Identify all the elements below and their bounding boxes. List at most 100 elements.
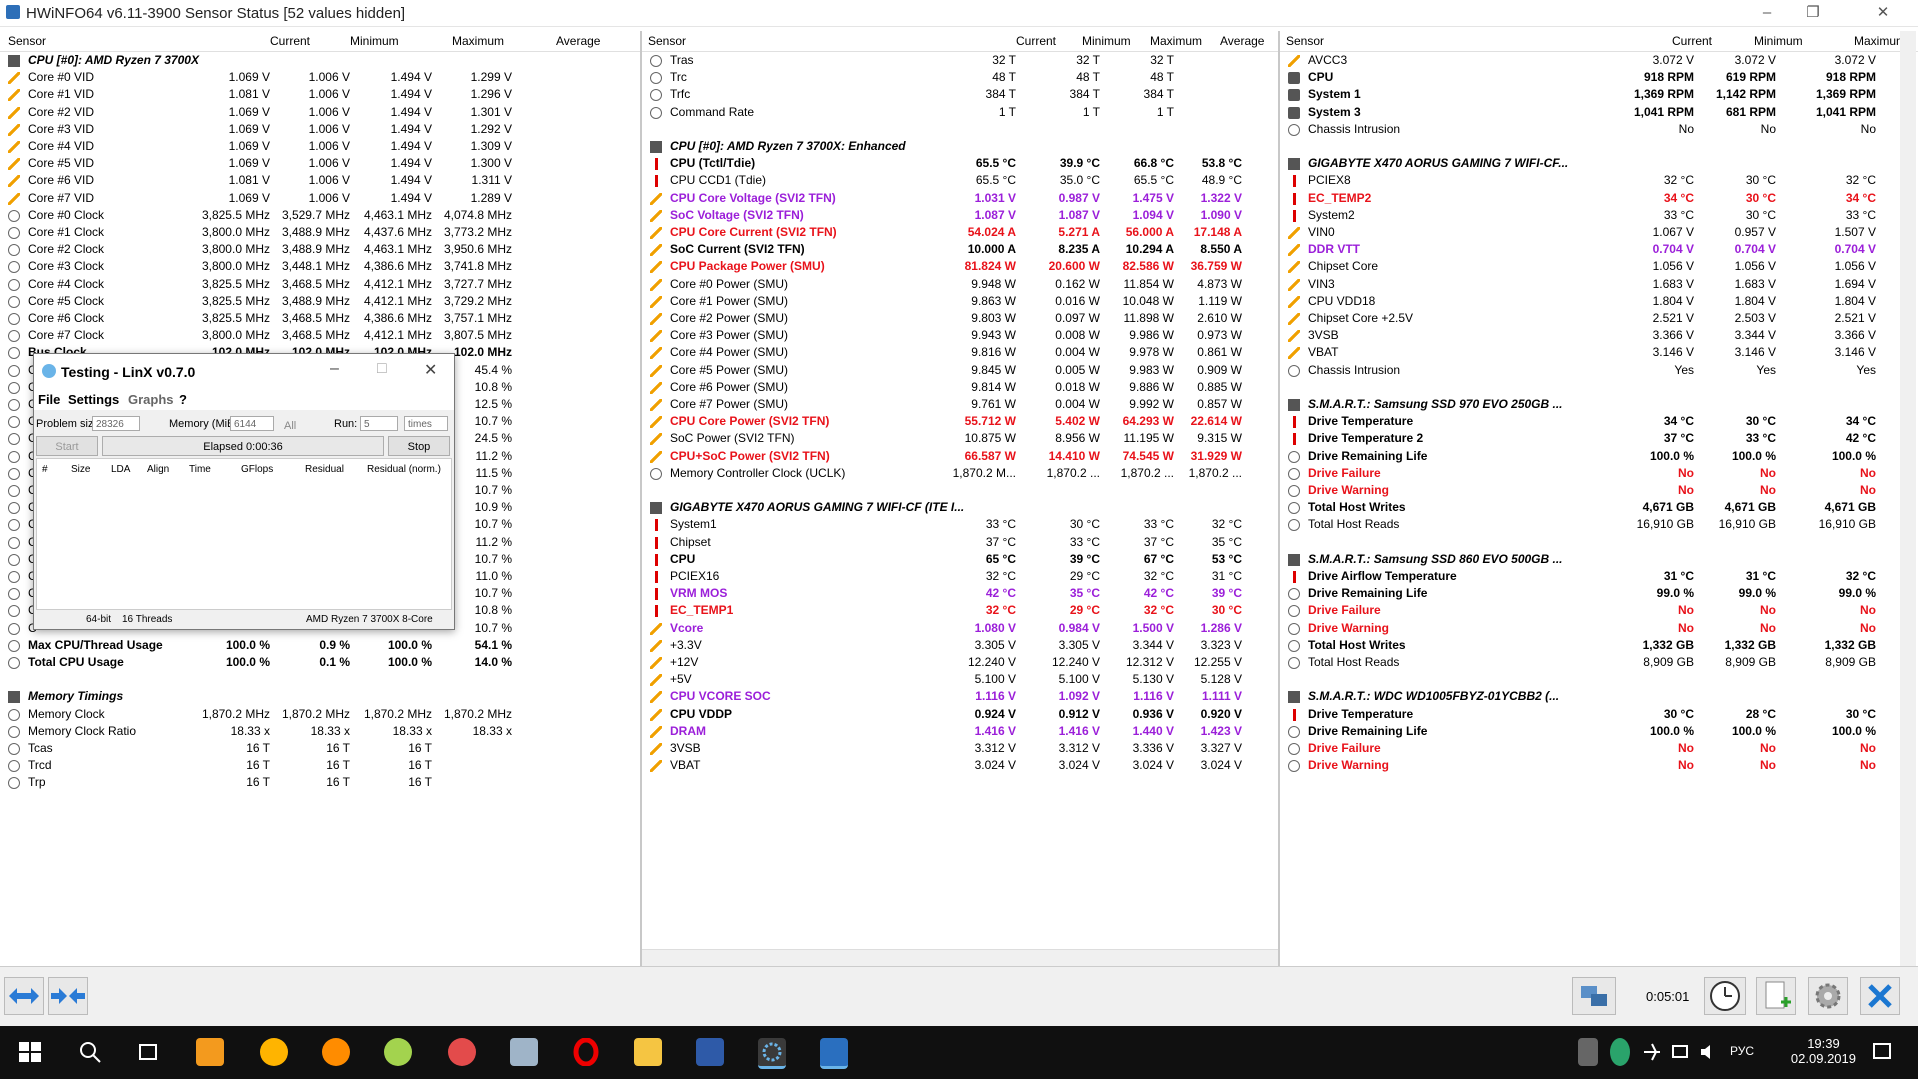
clock-icon[interactable]: [1704, 977, 1746, 1015]
menu-help[interactable]: ?: [179, 392, 187, 407]
sensor-row[interactable]: Core #0 VID 1.069 V 1.006 V 1.494 V 1.299 V: [0, 69, 640, 86]
sensor-row[interactable]: VBAT 3.146 V 3.146 V 3.146 V: [1280, 344, 1918, 361]
sensor-row[interactable]: Tras 32 T 32 T 32 T: [642, 52, 1278, 69]
sensor-row[interactable]: Memory Clock 1,870.2 MHz 1,870.2 MHz 1,870.…: [0, 706, 640, 723]
sensor-row[interactable]: Trcd 16 T 16 T 16 T: [0, 757, 640, 774]
sensor-row[interactable]: VBAT 3.024 V 3.024 V 3.024 V 3.024 V: [642, 757, 1278, 774]
vertical-scrollbar[interactable]: [1900, 31, 1916, 966]
sensor-row[interactable]: Total Host Writes 4,671 GB 4,671 GB 4,671 G…: [1280, 499, 1918, 516]
sensor-row[interactable]: Core #3 VID 1.069 V 1.006 V 1.494 V 1.292 V: [0, 121, 640, 138]
header-maximum[interactable]: Maximum: [1150, 34, 1202, 48]
sensor-group-header[interactable]: GIGABYTE X470 AORUS GAMING 7 WIFI-CF (IT…: [642, 499, 1278, 517]
sensor-row[interactable]: Chipset Core 1.056 V 1.056 V 1.056 V: [1280, 258, 1918, 275]
sensor-row[interactable]: Core #3 Clock 3,800.0 MHz 3,448.1 MHz 4,386…: [0, 258, 640, 275]
sensor-row[interactable]: Drive Temperature 2 37 °C 33 °C 42 °C: [1280, 430, 1918, 447]
sensor-row[interactable]: Drive Remaining Life 99.0 % 99.0 % 99.0 %: [1280, 585, 1918, 602]
sensor-row[interactable]: Trc 48 T 48 T 48 T: [642, 69, 1278, 86]
security-shield-icon[interactable]: [1610, 1038, 1630, 1066]
sensor-row[interactable]: Drive Temperature 34 °C 30 °C 34 °C: [1280, 413, 1918, 430]
sensor-row[interactable]: Total Host Reads 8,909 GB 8,909 GB 8,909 GB: [1280, 654, 1918, 671]
media-player-icon[interactable]: [196, 1038, 224, 1066]
header-sensor[interactable]: Sensor: [8, 34, 46, 48]
restore-button[interactable]: ❐: [1790, 0, 1836, 26]
sensor-row[interactable]: CPU 918 RPM 619 RPM 918 RPM: [1280, 69, 1918, 86]
eye-app-icon[interactable]: [322, 1038, 350, 1066]
network-icon[interactable]: [1572, 977, 1616, 1015]
sensor-row[interactable]: Core #5 Power (SMU) 9.845 W 0.005 W 9.983 W…: [642, 362, 1278, 379]
sensor-row[interactable]: Core #4 Clock 3,825.5 MHz 3,468.5 MHz 4,412…: [0, 276, 640, 293]
sensor-group-header[interactable]: CPU [#0]: AMD Ryzen 7 3700X: [0, 52, 640, 69]
task-view-icon[interactable]: [134, 1038, 162, 1066]
aimp-icon[interactable]: [260, 1038, 288, 1066]
menu-file[interactable]: File: [38, 392, 60, 407]
sensor-row[interactable]: Core #6 Clock 3,825.5 MHz 3,468.5 MHz 4,386…: [0, 310, 640, 327]
horizontal-scrollbar[interactable]: [642, 949, 1278, 966]
volume-icon[interactable]: [1698, 1038, 1718, 1066]
sensor-row[interactable]: Drive Airflow Temperature 31 °C 31 °C 32 °C: [1280, 568, 1918, 585]
sensor-group-header[interactable]: GIGABYTE X470 AORUS GAMING 7 WIFI-CF...: [1280, 155, 1918, 173]
sensor-row[interactable]: Core #5 VID 1.069 V 1.006 V 1.494 V 1.300 V: [0, 155, 640, 172]
sensor-row[interactable]: Core #0 Power (SMU) 9.948 W 0.162 W 11.854 …: [642, 276, 1278, 293]
sensor-row[interactable]: System 3 1,041 RPM 681 RPM 1,041 RPM: [1280, 104, 1918, 121]
search-icon[interactable]: [76, 1038, 104, 1066]
sensor-row[interactable]: CPU 65 °C 39 °C 67 °C 53 °C: [642, 551, 1278, 568]
sensor-row[interactable]: Core #2 Clock 3,800.0 MHz 3,488.9 MHz 4,463…: [0, 241, 640, 258]
sensor-row[interactable]: Vcore 1.080 V 0.984 V 1.500 V 1.286 V: [642, 620, 1278, 637]
sensor-row[interactable]: CPU (Tctl/Tdie) 65.5 °C 39.9 °C 66.8 °C 53.8…: [642, 155, 1278, 172]
file-explorer-icon[interactable]: [634, 1038, 662, 1066]
sensor-row[interactable]: Core #5 Clock 3,825.5 MHz 3,488.9 MHz 4,412…: [0, 293, 640, 310]
linx-minimize-button[interactable]: –: [330, 360, 339, 378]
sensor-row[interactable]: SoC Current (SVI2 TFN) 10.000 A 8.235 A 10.…: [642, 241, 1278, 258]
sensor-row[interactable]: CPU VCORE SOC 1.116 V 1.092 V 1.116 V 1.111 …: [642, 688, 1278, 705]
sensor-row[interactable]: CPU+SoC Power (SVI2 TFN) 66.587 W 14.410 W…: [642, 448, 1278, 465]
header-minimum[interactable]: Minimum: [1082, 34, 1131, 48]
sensor-row[interactable]: DRAM 1.416 V 1.416 V 1.440 V 1.423 V: [642, 723, 1278, 740]
sensor-row[interactable]: +3.3V 3.305 V 3.305 V 3.344 V 3.323 V: [642, 637, 1278, 654]
header-minimum[interactable]: Minimum: [1754, 34, 1803, 48]
sensor-row[interactable]: Memory Clock Ratio 18.33 x 18.33 x 18.33 x 1…: [0, 723, 640, 740]
header-sensor[interactable]: Sensor: [1286, 34, 1324, 48]
sensor-row[interactable]: Drive Remaining Life 100.0 % 100.0 % 100.0 …: [1280, 448, 1918, 465]
all-checkbox-label[interactable]: All: [284, 420, 296, 432]
sensor-row[interactable]: Drive Warning No No No: [1280, 620, 1918, 637]
sensor-row[interactable]: EC_TEMP2 34 °C 30 °C 34 °C: [1280, 190, 1918, 207]
sensor-row[interactable]: Core #6 Power (SMU) 9.814 W 0.018 W 9.886 W…: [642, 379, 1278, 396]
sensor-row[interactable]: Core #7 Power (SMU) 9.761 W 0.004 W 9.992 W…: [642, 396, 1278, 413]
header-average[interactable]: Average: [556, 34, 600, 48]
hwinfo-taskbar-icon[interactable]: [820, 1038, 848, 1069]
sensor-row[interactable]: PCIEX16 32 °C 29 °C 32 °C 31 °C: [642, 568, 1278, 585]
sensor-row[interactable]: VRM MOS 42 °C 35 °C 42 °C 39 °C: [642, 585, 1278, 602]
sensor-row[interactable]: Total Host Reads 16,910 GB 16,910 GB 16,910…: [1280, 516, 1918, 533]
airplane-icon[interactable]: [1642, 1038, 1662, 1066]
sensor-row[interactable]: SoC Power (SVI2 TFN) 10.875 W 8.956 W 11.19…: [642, 430, 1278, 447]
sensor-row[interactable]: Command Rate 1 T 1 T 1 T: [642, 104, 1278, 121]
sensor-row[interactable]: Memory Controller Clock (UCLK) 1,870.2 M.…: [642, 465, 1278, 482]
header-maximum[interactable]: Maximum: [452, 34, 504, 48]
memory-input[interactable]: 6144: [230, 416, 274, 431]
sensor-row[interactable]: Drive Temperature 30 °C 28 °C 30 °C: [1280, 706, 1918, 723]
start-button[interactable]: Start: [36, 436, 98, 456]
sensor-row[interactable]: CPU CCD1 (Tdie) 65.5 °C 35.0 °C 65.5 °C 48.9…: [642, 172, 1278, 189]
sensor-row[interactable]: AVCC3 3.072 V 3.072 V 3.072 V: [1280, 52, 1918, 69]
windows-start-icon[interactable]: [16, 1038, 44, 1066]
header-maximum[interactable]: Maximum: [1854, 34, 1906, 48]
sensor-row[interactable]: Trp 16 T 16 T 16 T: [0, 774, 640, 791]
sensor-row[interactable]: +12V 12.240 V 12.240 V 12.312 V 12.255 V: [642, 654, 1278, 671]
paint-palette-icon[interactable]: [384, 1038, 412, 1066]
run-unit-select[interactable]: times: [404, 416, 448, 431]
sensor-row[interactable]: Max CPU/Thread Usage 100.0 % 0.9 % 100.0 % 5…: [0, 637, 640, 654]
sensor-row[interactable]: Drive Failure No No No: [1280, 740, 1918, 757]
sensor-row[interactable]: Core #1 Clock 3,800.0 MHz 3,488.9 MHz 4,437…: [0, 224, 640, 241]
sensor-row[interactable]: CPU Core Voltage (SVI2 TFN) 1.031 V 0.987 …: [642, 190, 1278, 207]
close-x-icon[interactable]: [1860, 977, 1900, 1015]
stop-button[interactable]: Stop: [388, 436, 450, 456]
language-indicator[interactable]: РУС: [1730, 1044, 1754, 1058]
sensor-row[interactable]: PCIEX8 32 °C 30 °C 32 °C: [1280, 172, 1918, 189]
sensor-row[interactable]: Drive Failure No No No: [1280, 602, 1918, 619]
sensor-group-header[interactable]: CPU [#0]: AMD Ryzen 7 3700X: Enhanced: [642, 138, 1278, 155]
linx-gear-taskbar-icon[interactable]: [758, 1038, 786, 1069]
calculator-icon[interactable]: [510, 1038, 538, 1066]
sensor-row[interactable]: 3VSB 3.312 V 3.312 V 3.336 V 3.327 V: [642, 740, 1278, 757]
sensor-row[interactable]: CPU Core Current (SVI2 TFN) 54.024 A 5.271…: [642, 224, 1278, 241]
add-report-icon[interactable]: [1756, 977, 1796, 1015]
